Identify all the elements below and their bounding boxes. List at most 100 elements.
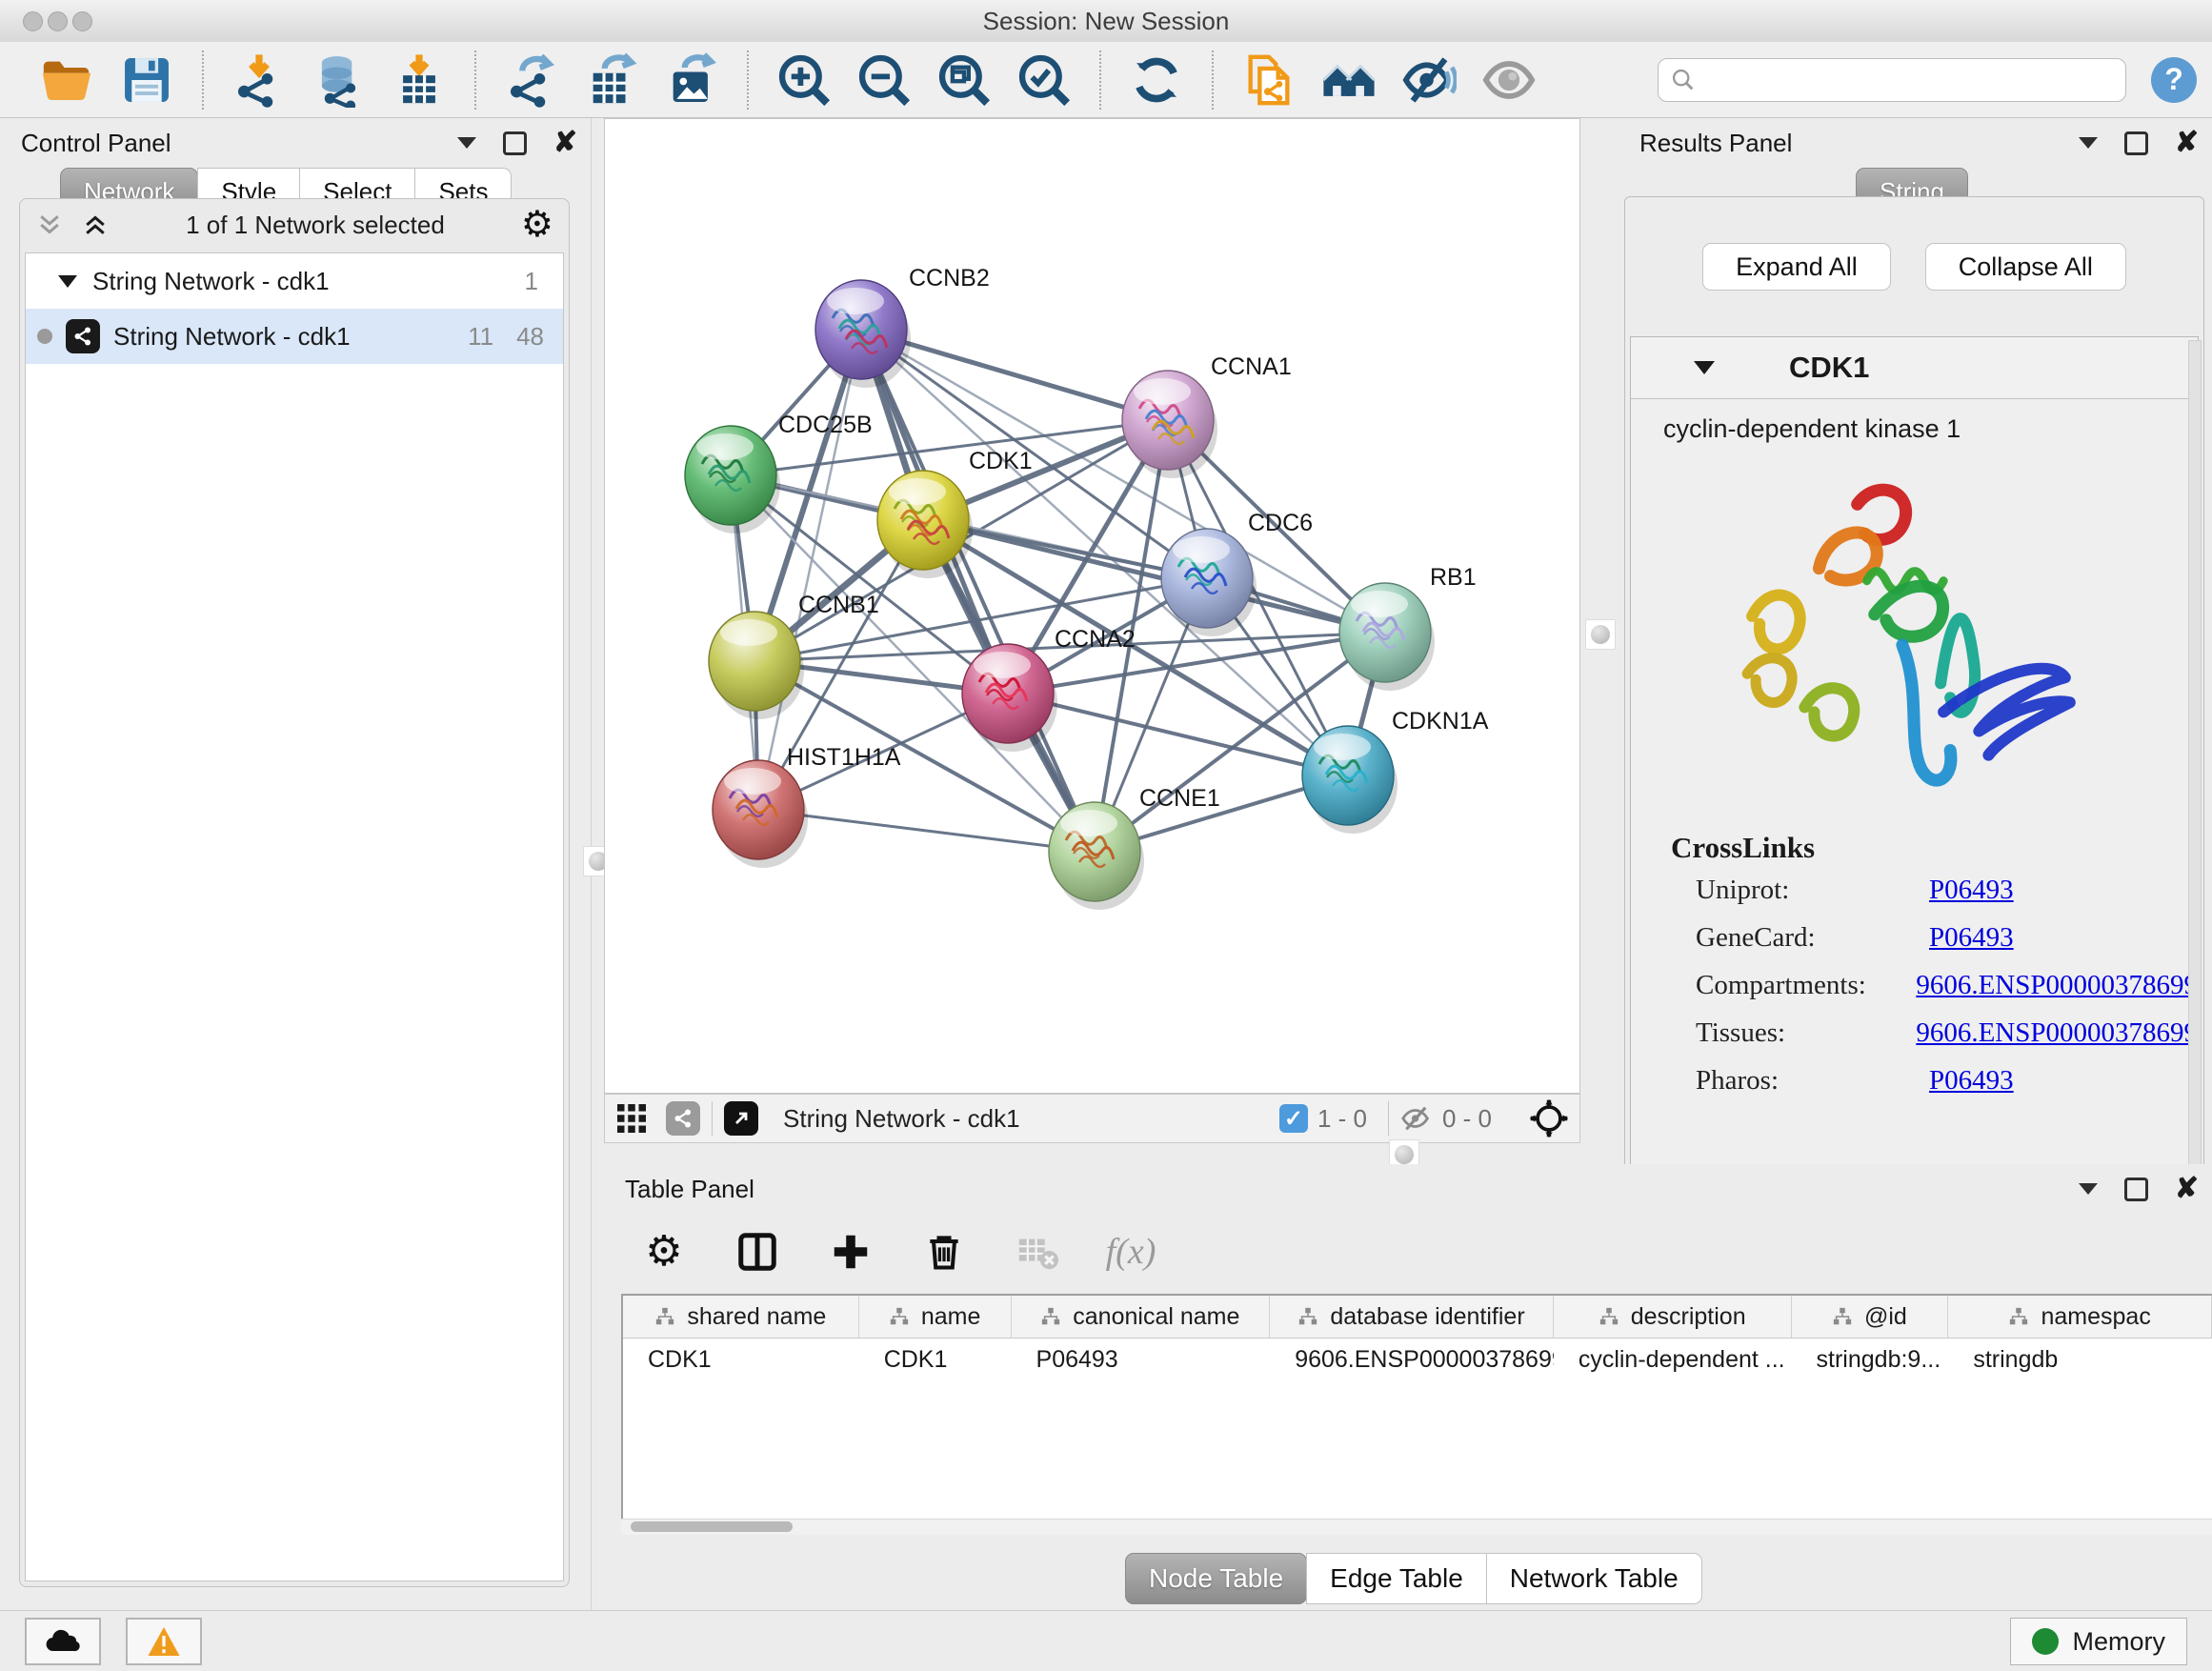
cell-namespac[interactable]: stringdb (1948, 1339, 2212, 1380)
right-splitter[interactable] (1580, 118, 1619, 1164)
network-graph[interactable]: CCNB2CCNA1CDC25BCDK1CDC6RB1CCNB1CCNA2CDK… (605, 119, 1579, 1093)
zoom-out-button[interactable] (844, 48, 924, 112)
import-network-database-button[interactable] (299, 48, 379, 112)
tab-node-table[interactable]: Node Table (1125, 1553, 1307, 1604)
cell-canonical-name[interactable]: P06493 (1012, 1339, 1271, 1380)
table-hscrollbar[interactable] (621, 1519, 2212, 1535)
network-node-CDC6[interactable]: CDC6 (1161, 510, 1313, 636)
create-column-button[interactable] (825, 1226, 876, 1278)
collapse-all-icon[interactable] (35, 211, 64, 239)
export-table-button[interactable] (572, 48, 652, 112)
memory-button[interactable]: Memory (2010, 1618, 2187, 1665)
cell-name[interactable]: CDK1 (859, 1339, 1012, 1380)
network-node-CDKN1A[interactable]: CDKN1A (1302, 708, 1489, 834)
zoom-fit-button[interactable] (924, 48, 1004, 112)
column-type-icon (1297, 1306, 1318, 1327)
cell-database-identifier[interactable]: 9606.ENSP00000378699 (1270, 1339, 1554, 1380)
zoom-selected-button[interactable] (1004, 48, 1084, 112)
node-table: shared namenamecanonical namedatabase id… (621, 1294, 2212, 1534)
column-type-icon (654, 1306, 675, 1327)
window-close-button[interactable] (23, 11, 43, 31)
network-canvas[interactable]: CCNB2CCNA1CDC25BCDK1CDC6RB1CCNB1CCNA2CDK… (604, 118, 1580, 1094)
table-row[interactable]: CDK1CDK1P064939606.ENSP00000378699cyclin… (623, 1339, 2212, 1380)
first-neighbors-button[interactable] (1309, 48, 1389, 112)
gene-header[interactable]: CDK1 (1631, 337, 2198, 399)
gene-collapse-caret-icon[interactable] (1694, 361, 1715, 374)
cloud-status-button[interactable] (25, 1618, 101, 1665)
help-button[interactable]: ? (2151, 57, 2197, 103)
cell-description[interactable]: cyclin-dependent ... (1554, 1339, 1792, 1380)
pharos-link[interactable]: P06493 (1929, 1065, 2014, 1097)
warnings-button[interactable] (126, 1618, 202, 1665)
network-node-CDC25B[interactable]: CDC25B (685, 412, 873, 534)
column-header-description[interactable]: description (1554, 1296, 1792, 1338)
export-image-button[interactable] (652, 48, 732, 112)
genecard-link[interactable]: P06493 (1929, 922, 2014, 954)
gene-description: cyclin-dependent kinase 1 (1631, 399, 2198, 444)
column-header-namespac[interactable]: namespac (1948, 1296, 2212, 1338)
import-network-file-button[interactable] (219, 48, 299, 112)
network-node-CCNB2[interactable]: CCNB2 (815, 265, 990, 388)
network-node-HIST1H1A[interactable]: HIST1H1A (713, 744, 901, 868)
eye-icon (1481, 52, 1537, 108)
window-minimize-button[interactable] (48, 11, 68, 31)
uniprot-link[interactable]: P06493 (1929, 875, 2014, 906)
table-hscrollbar-thumb[interactable] (631, 1521, 793, 1532)
panel-close-icon[interactable]: ✘ (553, 133, 577, 152)
hide-selected-button[interactable] (1389, 48, 1469, 112)
tab-edge-table[interactable]: Edge Table (1306, 1553, 1487, 1604)
string-view-badge[interactable] (666, 1101, 700, 1136)
search-box[interactable] (1658, 58, 2126, 102)
detach-view-button[interactable] (724, 1101, 758, 1136)
column-header-database-identifier[interactable]: database identifier (1270, 1296, 1554, 1338)
right-splitter-handle[interactable] (1585, 619, 1616, 650)
column-header--id[interactable]: @id (1792, 1296, 1949, 1338)
expand-all-icon[interactable] (81, 211, 110, 239)
table-options-gear-icon[interactable]: ⚙ (638, 1226, 690, 1278)
tissues-link[interactable]: 9606.ENSP00000378699 (1916, 1017, 2198, 1049)
export-network-button[interactable] (492, 48, 572, 112)
grid-view-icon[interactable] (614, 1101, 649, 1136)
tab-network-table[interactable]: Network Table (1486, 1553, 1702, 1604)
import-table-file-button[interactable] (379, 48, 459, 112)
collection-expand-caret-icon[interactable] (58, 275, 77, 288)
network-collection-row[interactable]: String Network - cdk1 1 (26, 253, 563, 309)
panel-float-icon[interactable] (503, 131, 527, 155)
network-options-gear-icon[interactable]: ⚙ (521, 204, 553, 246)
panel-float-icon[interactable] (2124, 131, 2148, 155)
network-node-RB1[interactable]: RB1 (1339, 564, 1477, 691)
network-node-CCNA1[interactable]: CCNA1 (1122, 353, 1292, 478)
show-all-button[interactable] (1469, 48, 1549, 112)
apply-layout-button[interactable] (1116, 48, 1196, 112)
delete-column-button[interactable] (918, 1226, 970, 1278)
cell--id[interactable]: stringdb:9... (1792, 1339, 1949, 1380)
hidden-count: 0 - 0 (1442, 1104, 1492, 1134)
panel-menu-icon[interactable] (2079, 137, 2098, 149)
column-header-name[interactable]: name (859, 1296, 1012, 1338)
results-scrollbar[interactable] (2188, 340, 2202, 1204)
panel-menu-icon[interactable] (457, 137, 476, 149)
column-header-canonical-name[interactable]: canonical name (1012, 1296, 1271, 1338)
column-header-shared-name[interactable]: shared name (623, 1296, 859, 1338)
panel-menu-icon[interactable] (2079, 1183, 2098, 1195)
columns-icon (735, 1230, 779, 1274)
panel-close-icon[interactable]: ✘ (2175, 133, 2199, 152)
search-input[interactable] (1697, 60, 2125, 100)
network-row[interactable]: String Network - cdk1 11 48 (26, 309, 563, 364)
column-type-icon (1599, 1306, 1619, 1327)
navigator-crosshair-icon[interactable] (1528, 1097, 1570, 1139)
horizontal-splitter[interactable] (604, 1143, 1580, 1164)
expand-all-button[interactable]: Expand All (1702, 243, 1891, 291)
window-zoom-button[interactable] (72, 11, 92, 31)
panel-float-icon[interactable] (2124, 1178, 2148, 1201)
show-columns-button[interactable] (732, 1226, 783, 1278)
cell-shared-name[interactable]: CDK1 (623, 1339, 859, 1380)
panel-close-icon[interactable]: ✘ (2175, 1179, 2199, 1198)
collapse-all-button[interactable]: Collapse All (1925, 243, 2126, 291)
zoom-in-button[interactable] (764, 48, 844, 112)
compartments-link[interactable]: 9606.ENSP00000378699 (1916, 970, 2198, 1001)
clone-network-button[interactable] (1229, 48, 1309, 112)
open-session-button[interactable] (27, 48, 107, 112)
selected-nodes-checkbox[interactable]: ✓ (1279, 1104, 1308, 1133)
save-session-button[interactable] (107, 48, 187, 112)
